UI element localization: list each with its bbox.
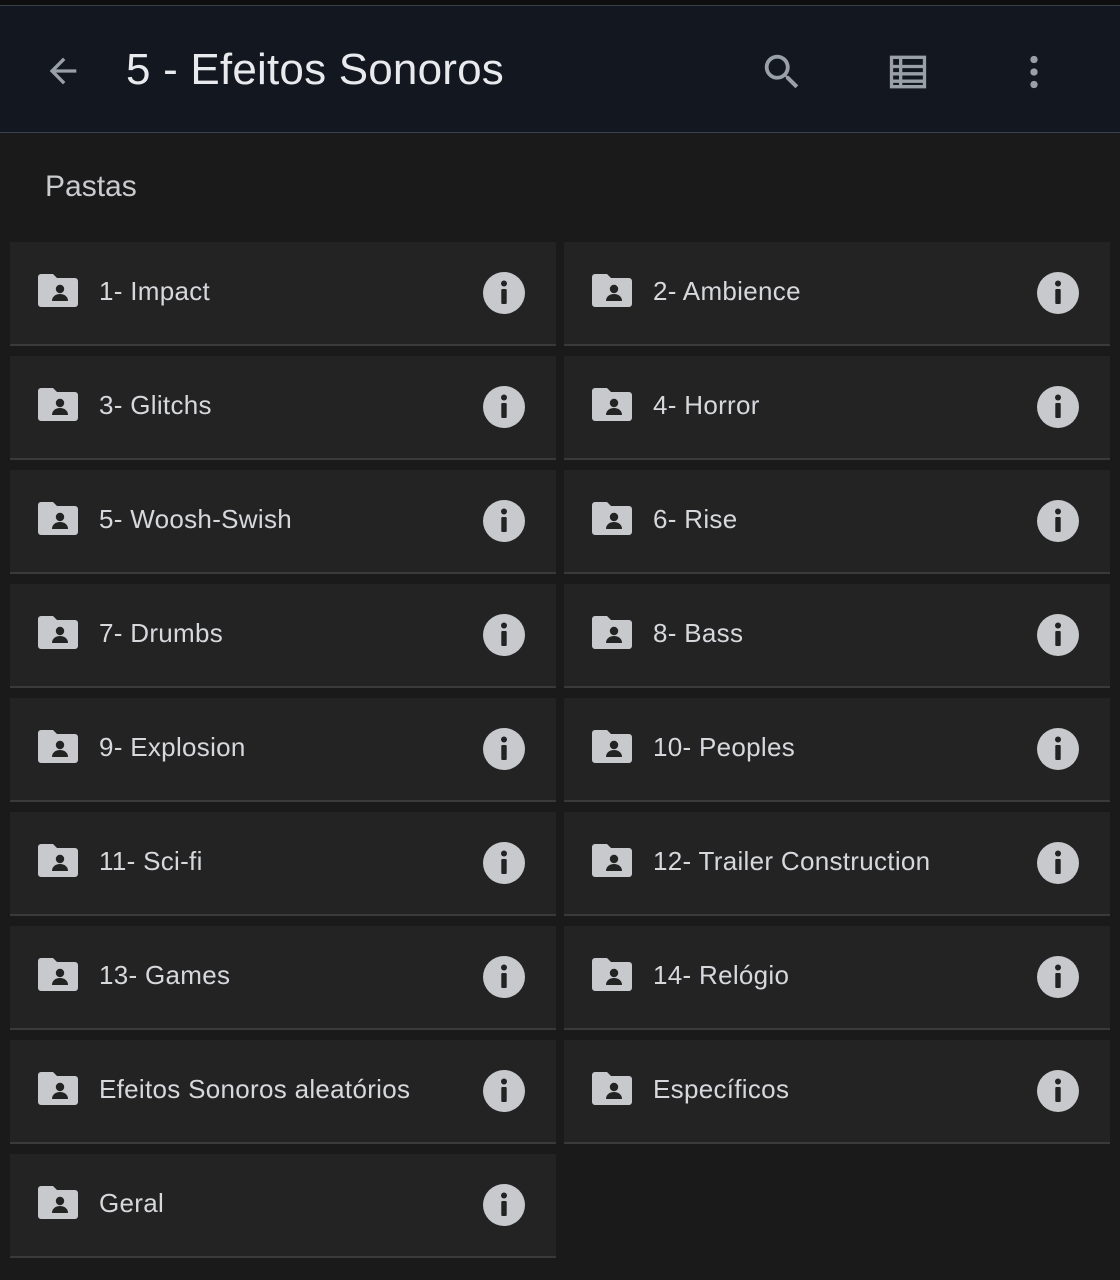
info-icon[interactable]	[1036, 613, 1080, 657]
shared-folder-icon	[38, 502, 78, 535]
info-icon[interactable]	[482, 613, 526, 657]
shared-folder-icon	[38, 274, 78, 307]
shared-folder-icon	[38, 1186, 78, 1219]
folder-item[interactable]: 2- Ambience	[564, 242, 1110, 346]
folder-item[interactable]: 6- Rise	[564, 470, 1110, 574]
folder-name: 1- Impact	[99, 276, 211, 306]
info-icon[interactable]	[1036, 499, 1080, 543]
view-mode-button[interactable]	[878, 42, 938, 102]
folder-name: Geral	[99, 1188, 165, 1218]
info-icon[interactable]	[1036, 727, 1080, 771]
folder-item[interactable]: 3- Glitchs	[10, 356, 556, 460]
folder-name: 7- Drumbs	[99, 618, 224, 648]
folder-item[interactable]: Efeitos Sonoros aleatórios	[10, 1040, 556, 1144]
folder-item[interactable]: 13- Games	[10, 926, 556, 1030]
shared-folder-icon	[592, 958, 632, 991]
back-button[interactable]	[34, 42, 92, 100]
folder-item[interactable]: Específicos	[564, 1040, 1110, 1144]
search-icon	[764, 54, 799, 89]
folder-name: Efeitos Sonoros aleatórios	[99, 1074, 411, 1104]
shared-folder-icon	[592, 1072, 632, 1105]
shared-folder-icon	[38, 1072, 78, 1105]
folder-name: 3- Glitchs	[99, 390, 212, 420]
folder-item[interactable]: 8- Bass	[564, 584, 1110, 688]
app-bar: 5 - Efeitos Sonoros	[0, 6, 1120, 133]
folder-name: 14- Relógio	[653, 960, 790, 990]
info-icon[interactable]	[482, 271, 526, 315]
shared-folder-icon	[592, 274, 632, 307]
folder-grid: 1- Impact 2- Ambience 3- Glitchs 4- Horr…	[10, 242, 1110, 1258]
info-icon[interactable]	[482, 385, 526, 429]
more-options-button[interactable]	[1004, 42, 1064, 102]
info-icon[interactable]	[482, 499, 526, 543]
folder-item[interactable]: 14- Relógio	[564, 926, 1110, 1030]
info-icon[interactable]	[482, 1069, 526, 1113]
folder-name: 9- Explosion	[99, 732, 246, 762]
arrow-left-icon	[49, 57, 77, 85]
folder-item[interactable]: 1- Impact	[10, 242, 556, 346]
folder-name: Específicos	[653, 1074, 790, 1104]
folder-name: 5- Woosh-Swish	[99, 504, 293, 534]
list-view-icon	[889, 55, 927, 89]
folder-item[interactable]: Geral	[10, 1154, 556, 1258]
shared-folder-icon	[592, 730, 632, 763]
shared-folder-icon	[592, 844, 632, 877]
info-icon[interactable]	[1036, 271, 1080, 315]
info-icon[interactable]	[482, 841, 526, 885]
folder-name: 13- Games	[99, 960, 231, 990]
shared-folder-icon	[38, 730, 78, 763]
shared-folder-icon	[592, 388, 632, 421]
info-icon[interactable]	[1036, 955, 1080, 999]
folder-item[interactable]: 10- Peoples	[564, 698, 1110, 802]
folder-item[interactable]: 11- Sci-fi	[10, 812, 556, 916]
info-icon[interactable]	[1036, 841, 1080, 885]
folder-item[interactable]: 5- Woosh-Swish	[10, 470, 556, 574]
info-icon[interactable]	[482, 955, 526, 999]
info-icon[interactable]	[1036, 1069, 1080, 1113]
shared-folder-icon	[38, 616, 78, 649]
folder-name: 8- Bass	[653, 618, 744, 648]
shared-folder-icon	[38, 958, 78, 991]
section-label-folders: Pastas	[45, 170, 137, 203]
shared-folder-icon	[38, 388, 78, 421]
info-icon[interactable]	[482, 1183, 526, 1227]
folder-name: 10- Peoples	[653, 732, 796, 762]
folder-item[interactable]: 9- Explosion	[10, 698, 556, 802]
folder-name: 11- Sci-fi	[99, 846, 203, 876]
folder-name: 6- Rise	[653, 504, 738, 534]
folder-item[interactable]: 7- Drumbs	[10, 584, 556, 688]
shared-folder-icon	[38, 844, 78, 877]
folder-item[interactable]: 4- Horror	[564, 356, 1110, 460]
search-button[interactable]	[752, 42, 812, 102]
more-vertical-icon	[1030, 55, 1038, 89]
folder-name: 2- Ambience	[653, 276, 801, 306]
folder-name: 4- Horror	[653, 390, 760, 420]
info-icon[interactable]	[482, 727, 526, 771]
shared-folder-icon	[592, 616, 632, 649]
folder-item[interactable]: 12- Trailer Construction	[564, 812, 1110, 916]
page-title: 5 - Efeitos Sonoros	[126, 45, 504, 94]
info-icon[interactable]	[1036, 385, 1080, 429]
shared-folder-icon	[592, 502, 632, 535]
folder-name: 12- Trailer Construction	[653, 846, 931, 876]
